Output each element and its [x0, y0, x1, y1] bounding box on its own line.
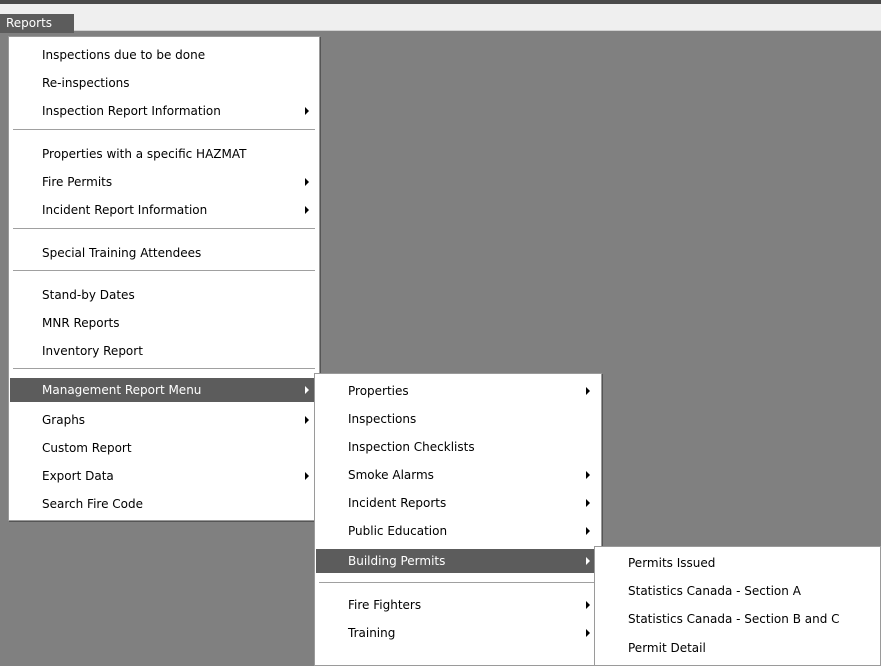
menu-item-incident-reports[interactable]: Incident Reports: [316, 491, 600, 515]
menu-item-export-data[interactable]: Export Data: [10, 464, 318, 488]
submenu-arrow-icon: [305, 206, 309, 214]
submenu-arrow-icon: [305, 472, 309, 480]
menu-item-custom-report[interactable]: Custom Report: [10, 436, 318, 460]
menu-item-management-report-menu[interactable]: Management Report Menu: [10, 378, 318, 402]
building-permits-submenu: Permits Issued Statistics Canada - Secti…: [594, 546, 881, 666]
submenu-arrow-icon: [586, 527, 590, 535]
menu-item-training[interactable]: Training: [316, 621, 600, 645]
submenu-arrow-icon: [305, 416, 309, 424]
menu-item-properties-hazmat[interactable]: Properties with a specific HAZMAT: [10, 142, 318, 166]
menu-item-graphs[interactable]: Graphs: [10, 408, 318, 432]
submenu-arrow-icon: [586, 601, 590, 609]
submenu-arrow-icon: [305, 386, 309, 394]
menu-item-properties[interactable]: Properties: [316, 379, 600, 403]
menu-separator: [13, 368, 315, 370]
menu-item-permits-issued[interactable]: Permits Issued: [596, 551, 879, 575]
menu-bar: Reports: [0, 4, 881, 33]
menu-separator: [13, 270, 315, 272]
menu-item-inspections[interactable]: Inspections: [316, 407, 600, 431]
menu-item-building-permits[interactable]: Building Permits: [316, 549, 600, 573]
menu-item-smoke-alarms[interactable]: Smoke Alarms: [316, 463, 600, 487]
menu-item-search-fire-code[interactable]: Search Fire Code: [10, 492, 318, 516]
menu-separator: [13, 228, 315, 230]
submenu-arrow-icon: [305, 178, 309, 186]
submenu-arrow-icon: [586, 557, 590, 565]
menu-item-fire-fighters[interactable]: Fire Fighters: [316, 593, 600, 617]
menu-item-incident-report-information[interactable]: Incident Report Information: [10, 198, 318, 222]
menu-item-special-training-attendees[interactable]: Special Training Attendees: [10, 241, 318, 265]
submenu-arrow-icon: [586, 387, 590, 395]
submenu-arrow-icon: [586, 471, 590, 479]
menu-item-permit-detail[interactable]: Permit Detail: [596, 636, 879, 660]
submenu-arrow-icon: [305, 107, 309, 115]
menu-item-inventory-report[interactable]: Inventory Report: [10, 339, 318, 363]
reports-menu: Inspections due to be done Re-inspection…: [8, 36, 320, 521]
menu-item-statistics-canada-section-a[interactable]: Statistics Canada - Section A: [596, 579, 879, 603]
menu-separator: [13, 129, 315, 131]
menu-item-inspection-checklists[interactable]: Inspection Checklists: [316, 435, 600, 459]
submenu-arrow-icon: [586, 499, 590, 507]
submenu-arrow-icon: [586, 629, 590, 637]
menu-item-inspections-due[interactable]: Inspections due to be done: [10, 43, 318, 67]
menu-separator: [319, 582, 597, 584]
menu-item-inspection-report-information[interactable]: Inspection Report Information: [10, 99, 318, 123]
menu-item-statistics-canada-section-b-c[interactable]: Statistics Canada - Section B and C: [596, 607, 879, 631]
menu-item-mnr-reports[interactable]: MNR Reports: [10, 311, 318, 335]
menu-item-fire-permits[interactable]: Fire Permits: [10, 170, 318, 194]
menu-item-stand-by-dates[interactable]: Stand-by Dates: [10, 283, 318, 307]
management-report-submenu: Properties Inspections Inspection Checkl…: [314, 373, 602, 666]
menu-reports[interactable]: Reports: [0, 14, 74, 33]
menu-item-re-inspections[interactable]: Re-inspections: [10, 71, 318, 95]
menu-item-public-education[interactable]: Public Education: [316, 519, 600, 543]
